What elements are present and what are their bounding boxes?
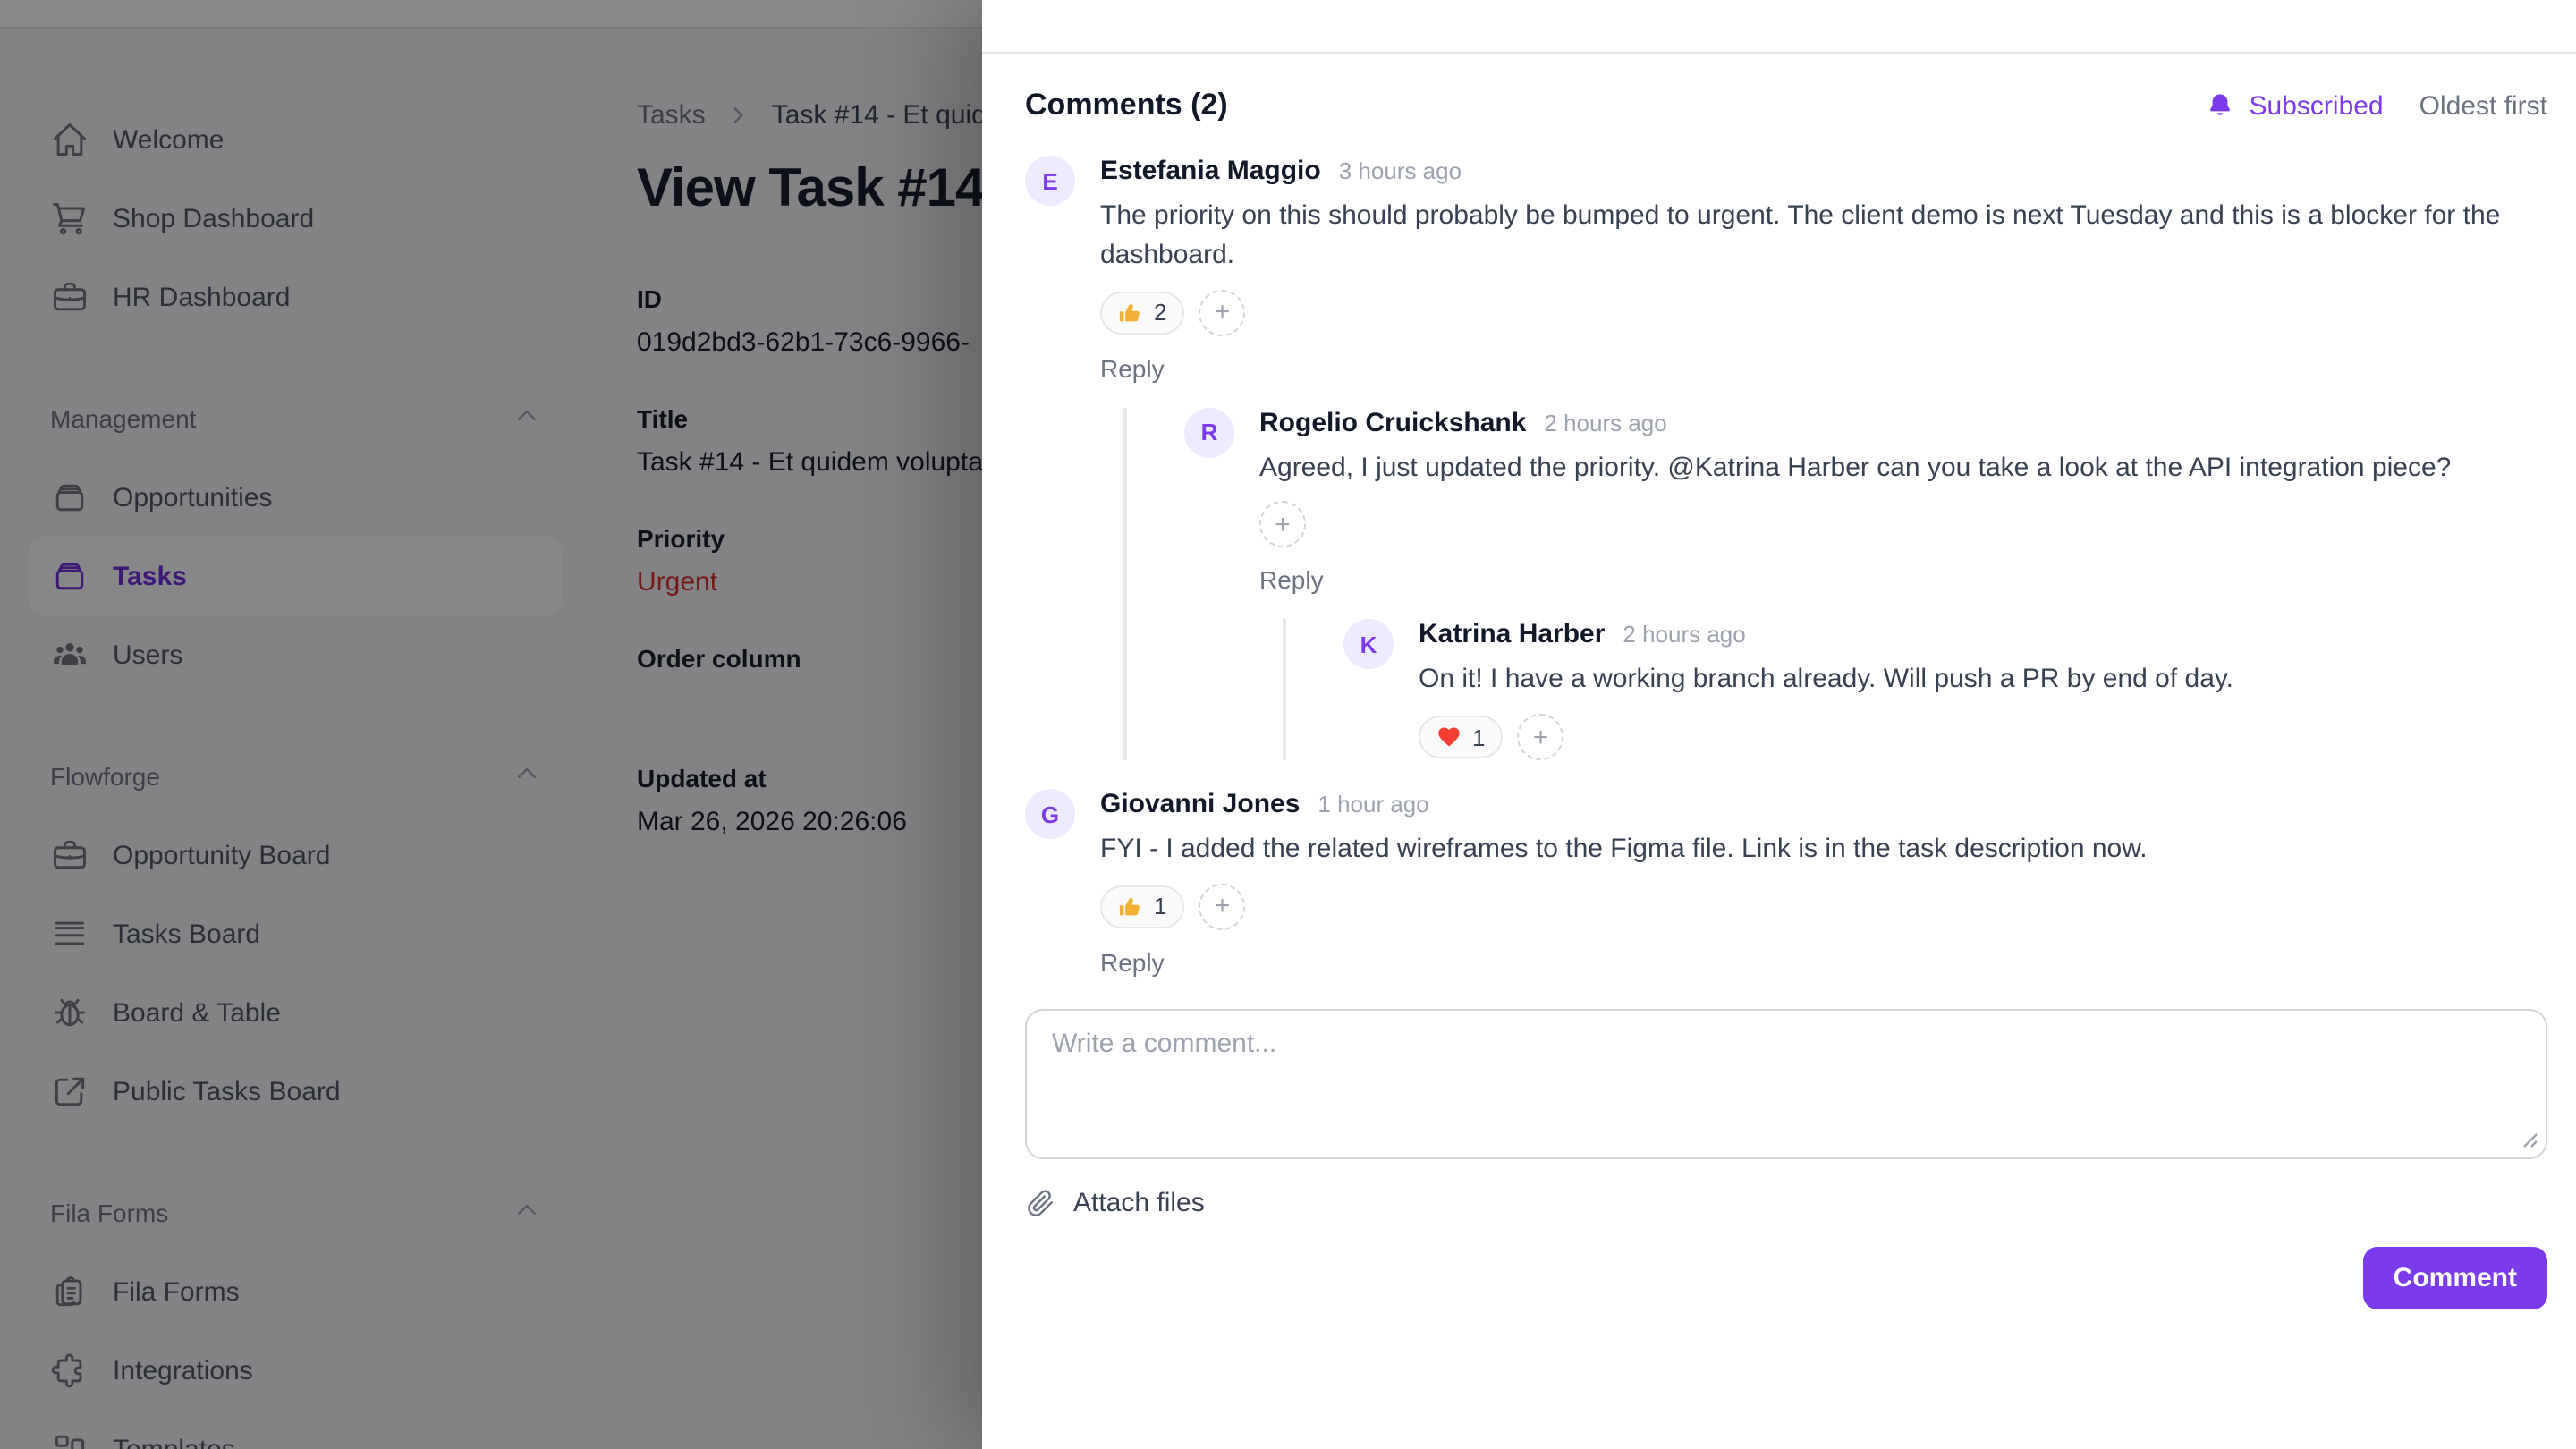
reactions-row: +: [1259, 502, 2547, 548]
avatar: G: [1025, 789, 1075, 839]
replies-thread: K Katrina Harber 2 hours ago On it! I have …: [1283, 620, 2547, 761]
reaction-heart-emoji[interactable]: 1: [1419, 716, 1503, 758]
add-reaction-button[interactable]: +: [1199, 884, 1245, 930]
reply-button[interactable]: Reply: [1259, 566, 2547, 595]
reaction-thumbs-up-emoji[interactable]: 2: [1100, 291, 1184, 334]
reply-button[interactable]: Reply: [1100, 353, 2547, 382]
reaction-count: 1: [1472, 724, 1485, 750]
comment-text: FYI - I added the related wireframes to …: [1100, 830, 2547, 869]
comment-text: The priority on this should probably be …: [1100, 197, 2547, 275]
thumbs-up-emoji: [1118, 894, 1143, 919]
comment-thread: G Giovanni Jones 1 hour ago FYI - I added t…: [1025, 789, 2547, 977]
replies-thread: R Rogelio Cruickshank 2 hours ago Agreed, I…: [1123, 407, 2547, 760]
comment-submit-button[interactable]: Comment: [2363, 1247, 2547, 1309]
attach-files-button[interactable]: Attach files: [1025, 1188, 2547, 1218]
comment-header: Estefania Maggio 3 hours ago: [1100, 156, 2547, 186]
comment-timestamp: 2 hours ago: [1544, 409, 1666, 436]
drawer-header: Comments (2) Subscribed Oldest first: [1025, 88, 2547, 123]
comment-composer: Attach files Comment: [1025, 1009, 2547, 1309]
reaction-count: 2: [1154, 299, 1166, 326]
paperclip-icon: [1025, 1188, 1055, 1218]
comment-body: Estefania Maggio 3 hours ago The priority …: [1100, 156, 2547, 760]
add-reaction-button[interactable]: +: [1517, 714, 1563, 760]
comment-text: Agreed, I just updated the priority. @Ka…: [1259, 448, 2547, 487]
avatar: K: [1343, 620, 1394, 670]
add-reaction-button[interactable]: +: [1259, 502, 1306, 548]
comment-timestamp: 2 hours ago: [1623, 622, 1745, 648]
subscribed-label: Subscribed: [2250, 90, 2384, 121]
avatar: R: [1184, 407, 1234, 457]
comment-body: Giovanni Jones 1 hour ago FYI - I added th…: [1100, 789, 2547, 977]
resize-handle-icon[interactable]: [2522, 1132, 2538, 1148]
app-viewport: WelcomeShop DashboardHR DashboardManagem…: [0, 0, 2576, 1449]
comment-thread: K Katrina Harber 2 hours ago On it! I have …: [1343, 620, 2547, 761]
comment-thread: E Estefania Maggio 3 hours ago The priority…: [1025, 156, 2547, 760]
drawer-body: Comments (2) Subscribed Oldest first E Es…: [982, 54, 2576, 1449]
bell-icon: [2207, 91, 2235, 120]
comment-text: On it! I have a working branch already. …: [1419, 661, 2547, 700]
thumbs-up-emoji: [1118, 300, 1143, 325]
comment-body: Katrina Harber 2 hours ago On it! I have a…: [1419, 620, 2547, 761]
comment-timestamp: 1 hour ago: [1318, 791, 1428, 818]
reactions-row: 1+: [1100, 884, 2547, 930]
comment-author: Rogelio Cruickshank: [1259, 407, 1526, 437]
comment-author: Estefania Maggio: [1100, 156, 1321, 186]
drawer-top-strip: [982, 0, 2576, 54]
reaction-thumbs-up-emoji[interactable]: 1: [1100, 886, 1184, 928]
attach-files-label: Attach files: [1073, 1188, 1205, 1218]
reply-button[interactable]: Reply: [1100, 948, 2547, 977]
comments-drawer: Comments (2) Subscribed Oldest first E Es…: [982, 0, 2576, 1449]
add-reaction-button[interactable]: +: [1199, 289, 1245, 335]
comment-author: Giovanni Jones: [1100, 789, 1300, 819]
comments-list: E Estefania Maggio 3 hours ago The priority…: [1025, 156, 2547, 977]
comment-author: Katrina Harber: [1419, 620, 1605, 650]
comment-body: Rogelio Cruickshank 2 hours ago Agreed, I …: [1259, 407, 2547, 760]
comment-timestamp: 3 hours ago: [1339, 157, 1462, 184]
subscribed-toggle[interactable]: Subscribed: [2207, 90, 2384, 121]
comments-title: Comments (2): [1025, 88, 1228, 123]
reactions-row: 1+: [1419, 714, 2547, 760]
reactions-row: 2+: [1100, 289, 2547, 335]
comment-header: Giovanni Jones 1 hour ago: [1100, 789, 2547, 819]
comment-header: Rogelio Cruickshank 2 hours ago: [1259, 407, 2547, 437]
heart-emoji: [1436, 724, 1462, 750]
sort-order-button[interactable]: Oldest first: [2419, 90, 2547, 121]
avatar: E: [1025, 156, 1075, 206]
comment-input[interactable]: [1025, 1009, 2547, 1159]
comment-header: Katrina Harber 2 hours ago: [1419, 620, 2547, 650]
comment-thread: R Rogelio Cruickshank 2 hours ago Agreed, I…: [1184, 407, 2547, 760]
reaction-count: 1: [1154, 894, 1166, 920]
